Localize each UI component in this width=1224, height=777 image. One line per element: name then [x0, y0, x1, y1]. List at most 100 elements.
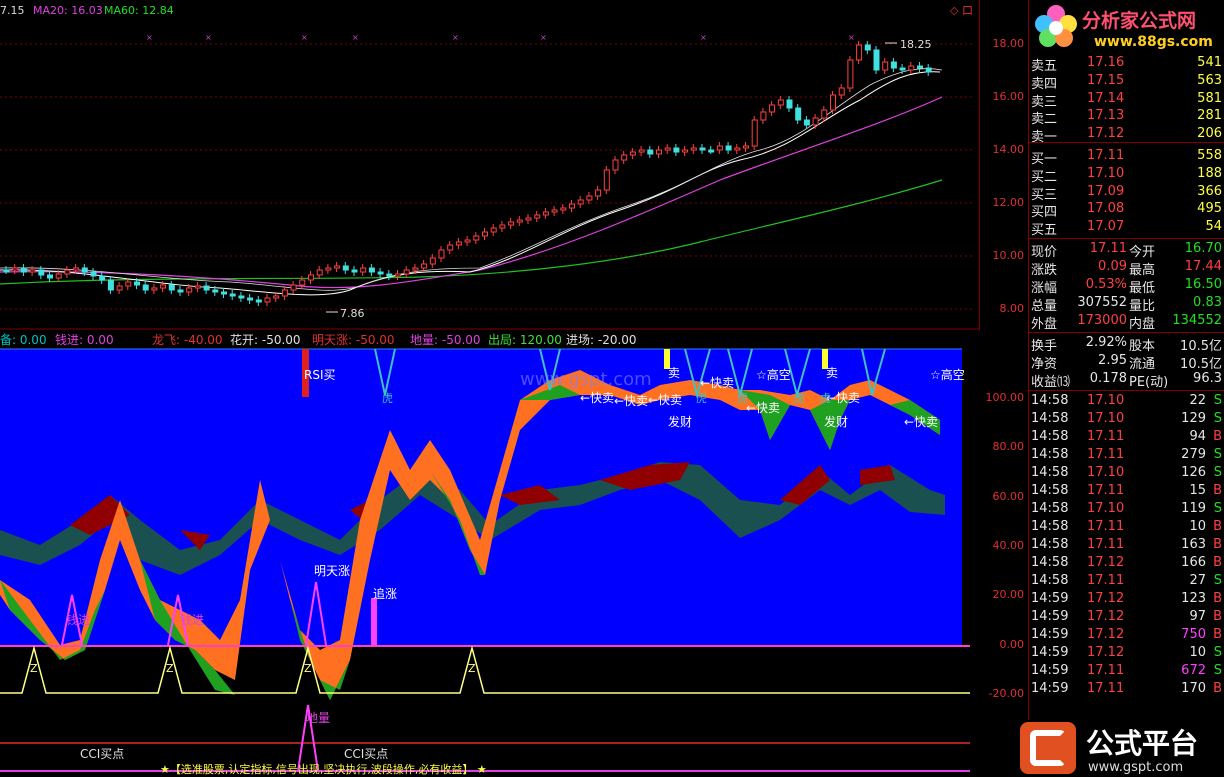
- candle: [682, 149, 689, 153]
- price-tick: 14.00: [992, 143, 1025, 156]
- order-book-volume: 541: [1197, 55, 1222, 70]
- tick-price: 17.11: [1087, 483, 1125, 498]
- tick-time: 14:59: [1031, 645, 1069, 660]
- candle: [29, 269, 36, 273]
- candle: [3, 269, 10, 273]
- tick-volume: 123: [1181, 591, 1206, 606]
- candle: [516, 219, 523, 223]
- candle: [125, 281, 132, 287]
- quote-panel: 卖五 17.16 541 卖四 17.15 563 卖三 17.14 581 卖二 17.13 281…: [1029, 0, 1224, 777]
- tick-row: 14:58 17.10 129 S: [1029, 410, 1224, 428]
- tick-price: 17.11: [1087, 429, 1125, 444]
- tick-price: 17.12: [1087, 555, 1125, 570]
- money-in-label: 钱进: [66, 612, 90, 627]
- indicator-chart[interactable]: RSI买 明天涨 追涨 钱进 钱进 Z Z Z Z 地量 CCI买点 CCI买点…: [0, 330, 980, 777]
- g-logo-icon: [1020, 722, 1076, 774]
- candle: [64, 269, 71, 275]
- window-controls[interactable]: ◇ 口: [950, 4, 973, 17]
- fundamental-value: 2.95: [1098, 353, 1127, 368]
- tick-volume: 27: [1189, 573, 1206, 588]
- candle: [690, 147, 697, 151]
- tick-row: 14:58 17.10 119 S: [1029, 500, 1224, 518]
- candle: [264, 297, 271, 303]
- z-marker: Z: [30, 662, 38, 675]
- fundamental-label: 收益⒀: [1031, 375, 1071, 390]
- tick-volume: 10: [1189, 519, 1206, 534]
- candle: [473, 235, 480, 241]
- candle: [351, 269, 358, 273]
- candle: [81, 267, 88, 273]
- quote-value: 134552: [1172, 313, 1222, 328]
- tick-side: B: [1213, 555, 1222, 570]
- price-chart[interactable]: × × × × × × × × 18.25 7.86 7.15 MA20: 16.03 M…: [0, 0, 980, 330]
- tick-side: B: [1213, 519, 1222, 534]
- candle: [864, 44, 871, 51]
- fast-sell-label: ←快卖: [648, 393, 682, 407]
- tick-row: 14:58 17.11 94 B: [1029, 428, 1224, 446]
- order-book-volume: 495: [1197, 201, 1222, 217]
- fast-sell-label: ←快卖: [614, 394, 648, 408]
- ground-volume-label: 地量: [306, 711, 330, 725]
- tick-row: 14:58 17.12 166 B: [1029, 554, 1224, 572]
- order-book-volume: 366: [1197, 183, 1222, 199]
- candle: [334, 265, 341, 269]
- tick-side: B: [1213, 609, 1222, 624]
- sell-label: 卖: [668, 366, 680, 380]
- tick-side: S: [1213, 663, 1222, 678]
- indicator-legend: 备: 0.00 钱进: 0.00 龙飞: -40.00 花开: -50.00 明天涨: …: [0, 331, 980, 347]
- candle: [412, 267, 419, 271]
- candle: [134, 281, 140, 286]
- candle: [743, 145, 749, 149]
- cci-buy-label: CCI买点: [80, 747, 124, 761]
- candle: [238, 295, 245, 299]
- tick-row: 14:58 17.11 10 B: [1029, 518, 1224, 536]
- candle: [777, 99, 784, 106]
- candle: [273, 295, 280, 299]
- candle: [708, 149, 715, 153]
- candle: [421, 263, 428, 269]
- indicator-tick: 20.00: [992, 588, 1025, 601]
- candle: [168, 284, 175, 291]
- candle: [316, 269, 323, 276]
- candle: [403, 269, 410, 275]
- fortune-label: 发财: [668, 414, 692, 429]
- strategy-banner: ★【选准股票,认定指标,信号出现,坚决执行,波段操作,必有收益】 ★: [160, 762, 487, 776]
- candle: [160, 284, 167, 289]
- indicator-legend-item: 花开: -50.00: [230, 333, 301, 347]
- tick-volume: 170: [1181, 681, 1206, 696]
- candle: [577, 199, 584, 205]
- price-tick: 10.00: [992, 249, 1025, 262]
- tick-side: B: [1213, 591, 1222, 606]
- order-book-price: 17.14: [1087, 90, 1125, 106]
- candle: [908, 65, 915, 71]
- candle: [342, 265, 349, 271]
- order-book-price: 17.12: [1087, 126, 1125, 142]
- candle: [194, 285, 201, 289]
- indicator-tick: 0.00: [999, 638, 1025, 651]
- price-tick: 12.00: [992, 196, 1025, 209]
- tomorrow-up-label: 明天涨: [314, 563, 350, 578]
- fundamental-label: PE(动): [1129, 375, 1169, 390]
- order-book-volume: 563: [1197, 72, 1222, 88]
- tick-side: S: [1213, 501, 1222, 516]
- tick-side: S: [1213, 645, 1222, 660]
- candle: [899, 67, 906, 71]
- high-short-label: ☆高空: [930, 367, 965, 382]
- fast-sell-label: ←快卖: [904, 415, 938, 429]
- quote-value: 0.09: [1098, 259, 1127, 274]
- candle: [560, 207, 567, 211]
- tick-price: 17.12: [1087, 627, 1125, 642]
- tick-price: 17.11: [1087, 537, 1125, 552]
- price-tick: 8.00: [999, 302, 1025, 315]
- candle: [90, 271, 97, 277]
- candle: [116, 285, 123, 291]
- tick-row: 14:58 17.11 279 S: [1029, 446, 1224, 464]
- candle: [20, 267, 27, 273]
- order-book-volume: 281: [1197, 108, 1222, 124]
- candle: [586, 195, 593, 201]
- candle: [203, 285, 210, 291]
- tick-time: 14:58: [1031, 537, 1069, 552]
- order-book-volume: 558: [1197, 148, 1222, 163]
- candle: [508, 221, 515, 226]
- tick-time: 14:58: [1031, 483, 1069, 498]
